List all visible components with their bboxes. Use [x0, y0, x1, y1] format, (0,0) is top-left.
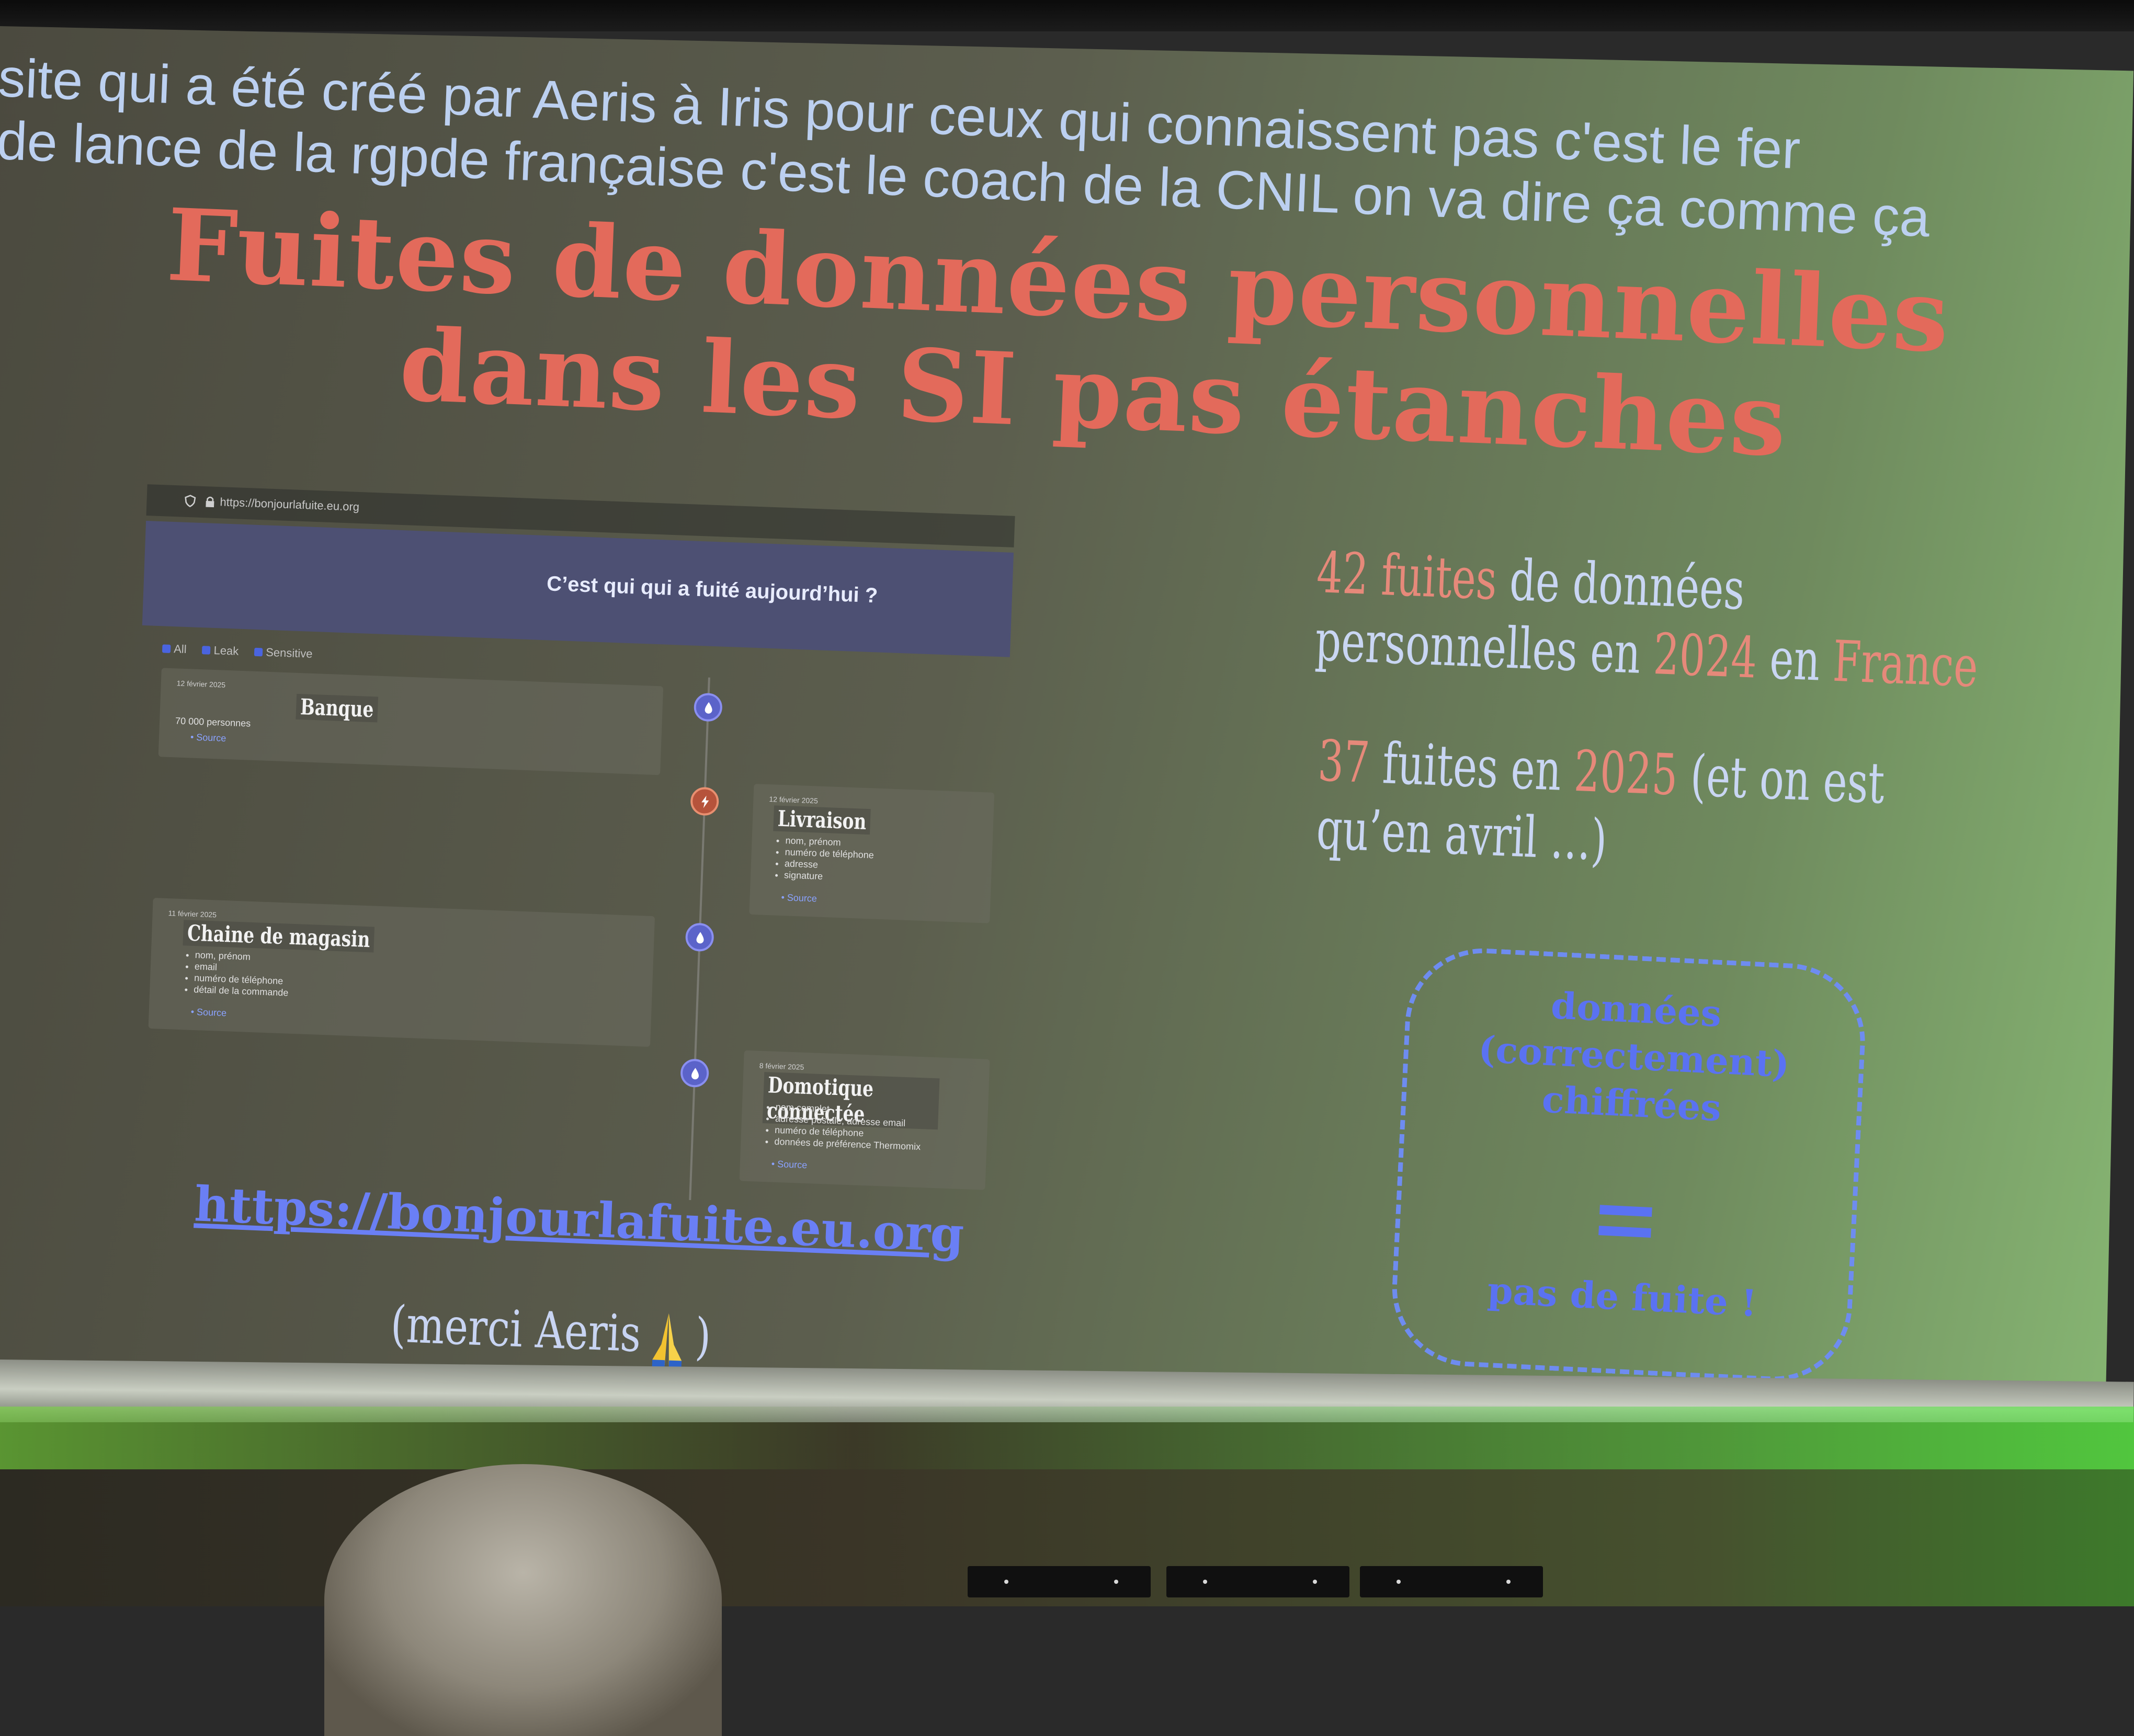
- source-link[interactable]: • Source: [781, 892, 817, 904]
- stat-country: France: [1831, 629, 1979, 700]
- stat-line-2: personnelles en 2024 en France: [1314, 608, 1979, 700]
- filter-all-label: All: [173, 642, 187, 656]
- checkbox-leak[interactable]: [202, 646, 211, 655]
- source-label: Source: [196, 1007, 227, 1019]
- leak-data-list: nom complet adresse postale, adresse ema…: [762, 1101, 922, 1152]
- leak-date: 12 février 2025: [769, 795, 819, 805]
- timeline-dot-drop: [680, 1058, 710, 1088]
- filter-checkboxes: All Leak Sensitive: [162, 642, 313, 661]
- leak-name: Livraison: [773, 805, 871, 835]
- drop-icon: [696, 932, 704, 944]
- leak-card[interactable]: 11 février 2025 Chaine de magasin nom, p…: [148, 898, 655, 1047]
- ceiling-device: [1360, 1566, 1543, 1597]
- audience-head: [324, 1464, 722, 1736]
- timeline-dot-drop: [685, 922, 714, 952]
- thanks-text-end: ): [694, 1307, 712, 1366]
- filter-sensitive[interactable]: Sensitive: [254, 645, 313, 661]
- source-label: Source: [777, 1159, 808, 1171]
- drop-icon: [691, 1068, 699, 1080]
- lock-icon: [206, 496, 214, 508]
- website-screenshot: https://bonjourlafuite.eu.org C’est qui …: [122, 484, 1015, 1216]
- leak-name: Banque: [296, 693, 379, 723]
- stat-year: 2025: [1573, 738, 1679, 808]
- stat-number: 42: [1315, 540, 1370, 608]
- green-ambient-light: [0, 1407, 2134, 1469]
- browser-url: https://bonjourlafuite.eu.org: [220, 495, 360, 513]
- stat-number: 37: [1316, 728, 1371, 796]
- thanks-text: (merci Aeris: [389, 1295, 642, 1364]
- timeline-dot-drop: [693, 692, 723, 722]
- checkbox-sensitive[interactable]: [254, 647, 263, 657]
- source-label: Source: [787, 892, 818, 904]
- source-link[interactable]: • Source: [771, 1159, 808, 1171]
- leak-card[interactable]: 12 février 2025 Livraison nom, prénom nu…: [749, 783, 995, 923]
- thanks-note: (merci Aeris ): [389, 1295, 712, 1372]
- leak-count: 70 000 personnes: [175, 715, 251, 729]
- filter-sensitive-label: Sensitive: [265, 645, 313, 660]
- leak-data-list: nom, prénom email numéro de téléphone dé…: [181, 949, 290, 998]
- stat-text: personnelles en: [1314, 608, 1642, 687]
- shield-icon: [185, 495, 196, 507]
- stat-year: 2024: [1652, 621, 1758, 691]
- equals-icon: [1598, 1205, 1652, 1239]
- source-link[interactable]: • Source: [190, 732, 226, 744]
- source-label: Source: [196, 732, 226, 744]
- filter-leak-label: Leak: [213, 643, 239, 658]
- ceiling-device: [1166, 1566, 1349, 1597]
- lightning-icon: [701, 795, 709, 808]
- leak-card[interactable]: 12 février 2025 Banque 70 000 personnes …: [158, 668, 664, 775]
- ceiling-device: [968, 1566, 1151, 1597]
- timeline-dot-lightning: [690, 786, 720, 816]
- leak-date: 12 février 2025: [176, 679, 226, 689]
- site-hero-title: C’est qui qui a fuité aujourd’hui ?: [546, 572, 878, 608]
- stat-text: (et on est: [1689, 743, 1886, 817]
- stat-text: qu’en avril …): [1315, 796, 1608, 874]
- projection-screen: site qui a été créé par Aeris à Iris pou…: [0, 26, 2134, 1451]
- leak-card[interactable]: 8 février 2025 Domotique connectée nom c…: [739, 1050, 990, 1190]
- checkbox-all[interactable]: [162, 644, 171, 653]
- stat-text: en: [1768, 626, 1822, 694]
- leak-date: 8 février 2025: [759, 1061, 804, 1071]
- leak-name: Chaine de magasin: [183, 920, 375, 953]
- leak-data-list: nom, prénom numéro de téléphone adresse …: [771, 834, 875, 884]
- stat-text: de données: [1508, 547, 1746, 623]
- leak-date: 11 février 2025: [168, 909, 217, 919]
- praying-hands-icon: [652, 1313, 682, 1368]
- stat-text: fuites en: [1381, 731, 1563, 804]
- filter-all[interactable]: All: [162, 642, 187, 656]
- source-link[interactable]: • Source: [190, 1007, 226, 1019]
- filter-leak[interactable]: Leak: [202, 643, 239, 658]
- stat-line-4: qu’en avril …): [1315, 796, 1608, 873]
- drop-icon: [705, 702, 712, 714]
- callout-line-4: pas de fuite !: [1486, 1268, 1758, 1326]
- stat-text: fuites: [1380, 542, 1499, 613]
- top-strip: [0, 0, 2134, 31]
- encryption-callout: données (correctement) chiffrées pas de …: [1388, 944, 1869, 1385]
